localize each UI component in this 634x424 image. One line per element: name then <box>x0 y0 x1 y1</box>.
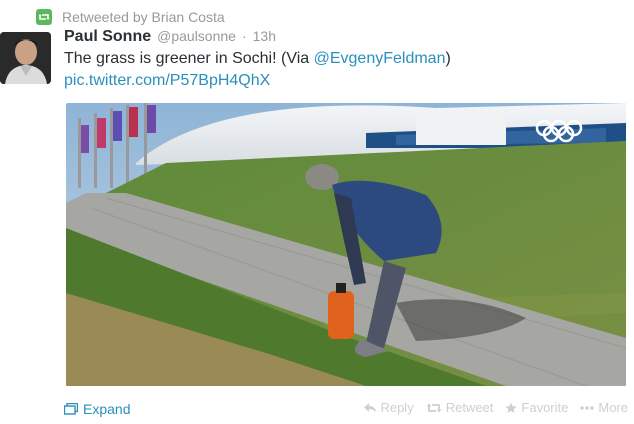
expand-label: Expand <box>83 401 131 417</box>
tweet-actions: Reply Retweet Favorite More <box>364 400 628 415</box>
tweet-timestamp[interactable]: 13h <box>253 28 276 44</box>
separator-dot: · <box>241 28 247 44</box>
more-dots-icon <box>580 405 595 410</box>
tweet-text-prefix: The grass is greener in Sochi! (Via <box>64 50 314 67</box>
expand-icon <box>64 403 78 415</box>
mention-link[interactable]: @EvgenyFeldman <box>314 50 446 67</box>
reply-icon <box>364 402 377 412</box>
retweet-context: Retweeted by Brian Costa <box>36 8 225 26</box>
reply-label: Reply <box>380 400 414 415</box>
expand-link[interactable]: Expand <box>64 401 130 417</box>
author-handle[interactable]: @paulsonne <box>157 28 236 44</box>
tweet-header: Paul Sonne @paulsonne · 13h <box>64 28 276 48</box>
favorite-label: Favorite <box>521 400 569 415</box>
more-button[interactable]: More <box>580 400 628 415</box>
star-icon <box>505 402 518 413</box>
media-link[interactable]: pic.twitter.com/P57BpH4QhX <box>64 70 270 92</box>
tweet-text-suffix: ) <box>445 50 451 67</box>
avatar[interactable] <box>0 32 51 84</box>
retweeted-by-text[interactable]: Retweeted by Brian Costa <box>62 9 225 25</box>
retweet-icon <box>36 9 52 25</box>
retweet-button[interactable]: Retweet <box>426 400 494 415</box>
more-label: More <box>598 400 628 415</box>
retweet-label: Retweet <box>445 400 494 415</box>
tweet-photo[interactable] <box>66 103 626 386</box>
reply-button[interactable]: Reply <box>364 400 414 415</box>
author-name[interactable]: Paul Sonne <box>64 28 151 46</box>
retweet-action-icon <box>426 403 442 412</box>
favorite-button[interactable]: Favorite <box>505 400 568 415</box>
tweet-text: The grass is greener in Sochi! (Via @Evg… <box>64 48 624 70</box>
